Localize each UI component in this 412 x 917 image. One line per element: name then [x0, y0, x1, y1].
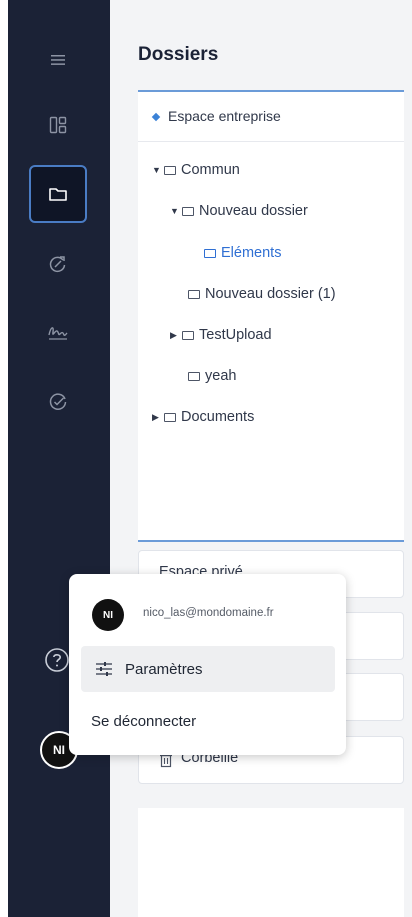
popup-avatar: NI	[92, 599, 124, 631]
avatar-initials: NI	[103, 609, 113, 621]
avatar-initials: NI	[53, 743, 65, 757]
workspace-label: Espace entreprise	[168, 108, 281, 124]
page-title: Dossiers	[138, 44, 219, 65]
tree-item-nouveau-dossier-1[interactable]: Nouveau dossier (1)	[188, 283, 336, 305]
dashboard-icon	[49, 116, 67, 134]
caret-right-icon[interactable]: ▶	[152, 412, 164, 423]
folder-icon	[164, 412, 176, 422]
tree-item-testupload[interactable]: ▶ TestUpload	[170, 324, 272, 346]
folder-icon	[164, 165, 176, 175]
sidebar-item-folders[interactable]	[29, 165, 87, 223]
workflow-icon	[49, 256, 66, 273]
folder-icon	[182, 206, 194, 216]
empty-panel	[138, 808, 404, 917]
tree-item-elements[interactable]: Eléments	[204, 242, 281, 264]
app-root: NI Dossiers Espace entreprise ▼ Commun ▼…	[0, 0, 412, 917]
sidebar-item-signatures[interactable]	[29, 303, 87, 361]
window-edge	[0, 0, 8, 917]
sidebar-item-validations[interactable]	[29, 373, 87, 431]
caret-right-icon[interactable]: ▶	[170, 330, 182, 341]
main-content: Dossiers Espace entreprise ▼ Commun ▼ No…	[110, 0, 412, 917]
signature-icon	[48, 327, 68, 340]
diamond-icon	[151, 112, 161, 122]
tree-item-label: TestUpload	[199, 327, 272, 343]
sidebar-item-dashboard[interactable]	[29, 96, 87, 154]
caret-down-icon[interactable]: ▼	[170, 206, 182, 216]
sidebar-item-workflows[interactable]	[29, 235, 87, 293]
tree-item-label: Documents	[181, 409, 255, 425]
folder-icon	[182, 330, 194, 340]
menu-button[interactable]	[29, 31, 87, 89]
tree-item-label: Nouveau dossier	[199, 203, 308, 219]
account-email: nico_las@mondomaine.fr	[143, 607, 274, 619]
settings-menu-item[interactable]: Paramètres	[81, 646, 335, 692]
folder-tree-panel: Espace entreprise ▼ Commun ▼ Nouveau dos…	[138, 90, 404, 542]
tree-item-yeah[interactable]: yeah	[188, 365, 236, 387]
workspace-header[interactable]: Espace entreprise	[138, 92, 404, 142]
account-popup-menu: NI nico_las@mondomaine.fr Paramètres Se …	[69, 574, 346, 755]
caret-down-icon[interactable]: ▼	[152, 165, 164, 175]
check-circle-icon	[49, 393, 67, 410]
folder-icon	[188, 371, 200, 381]
tree-item-nouveau-dossier[interactable]: ▼ Nouveau dossier	[170, 200, 308, 222]
settings-sliders-icon	[96, 662, 112, 676]
folder-icon	[49, 188, 67, 201]
sidebar: NI	[8, 0, 110, 917]
menu-icon	[51, 55, 65, 65]
tree-item-label: Nouveau dossier (1)	[205, 286, 336, 302]
folder-icon	[188, 289, 200, 299]
tree-item-label: Commun	[181, 162, 240, 178]
help-icon[interactable]	[43, 646, 71, 674]
tree-item-label: yeah	[205, 368, 237, 384]
tree-item-label: Eléments	[221, 245, 282, 261]
settings-label: Paramètres	[125, 660, 203, 678]
tree-item-commun[interactable]: ▼ Commun	[152, 159, 240, 181]
tree-item-documents[interactable]: ▶ Documents	[152, 406, 254, 428]
folder-icon	[204, 248, 216, 258]
logout-menu-item[interactable]: Se déconnecter	[91, 713, 196, 730]
